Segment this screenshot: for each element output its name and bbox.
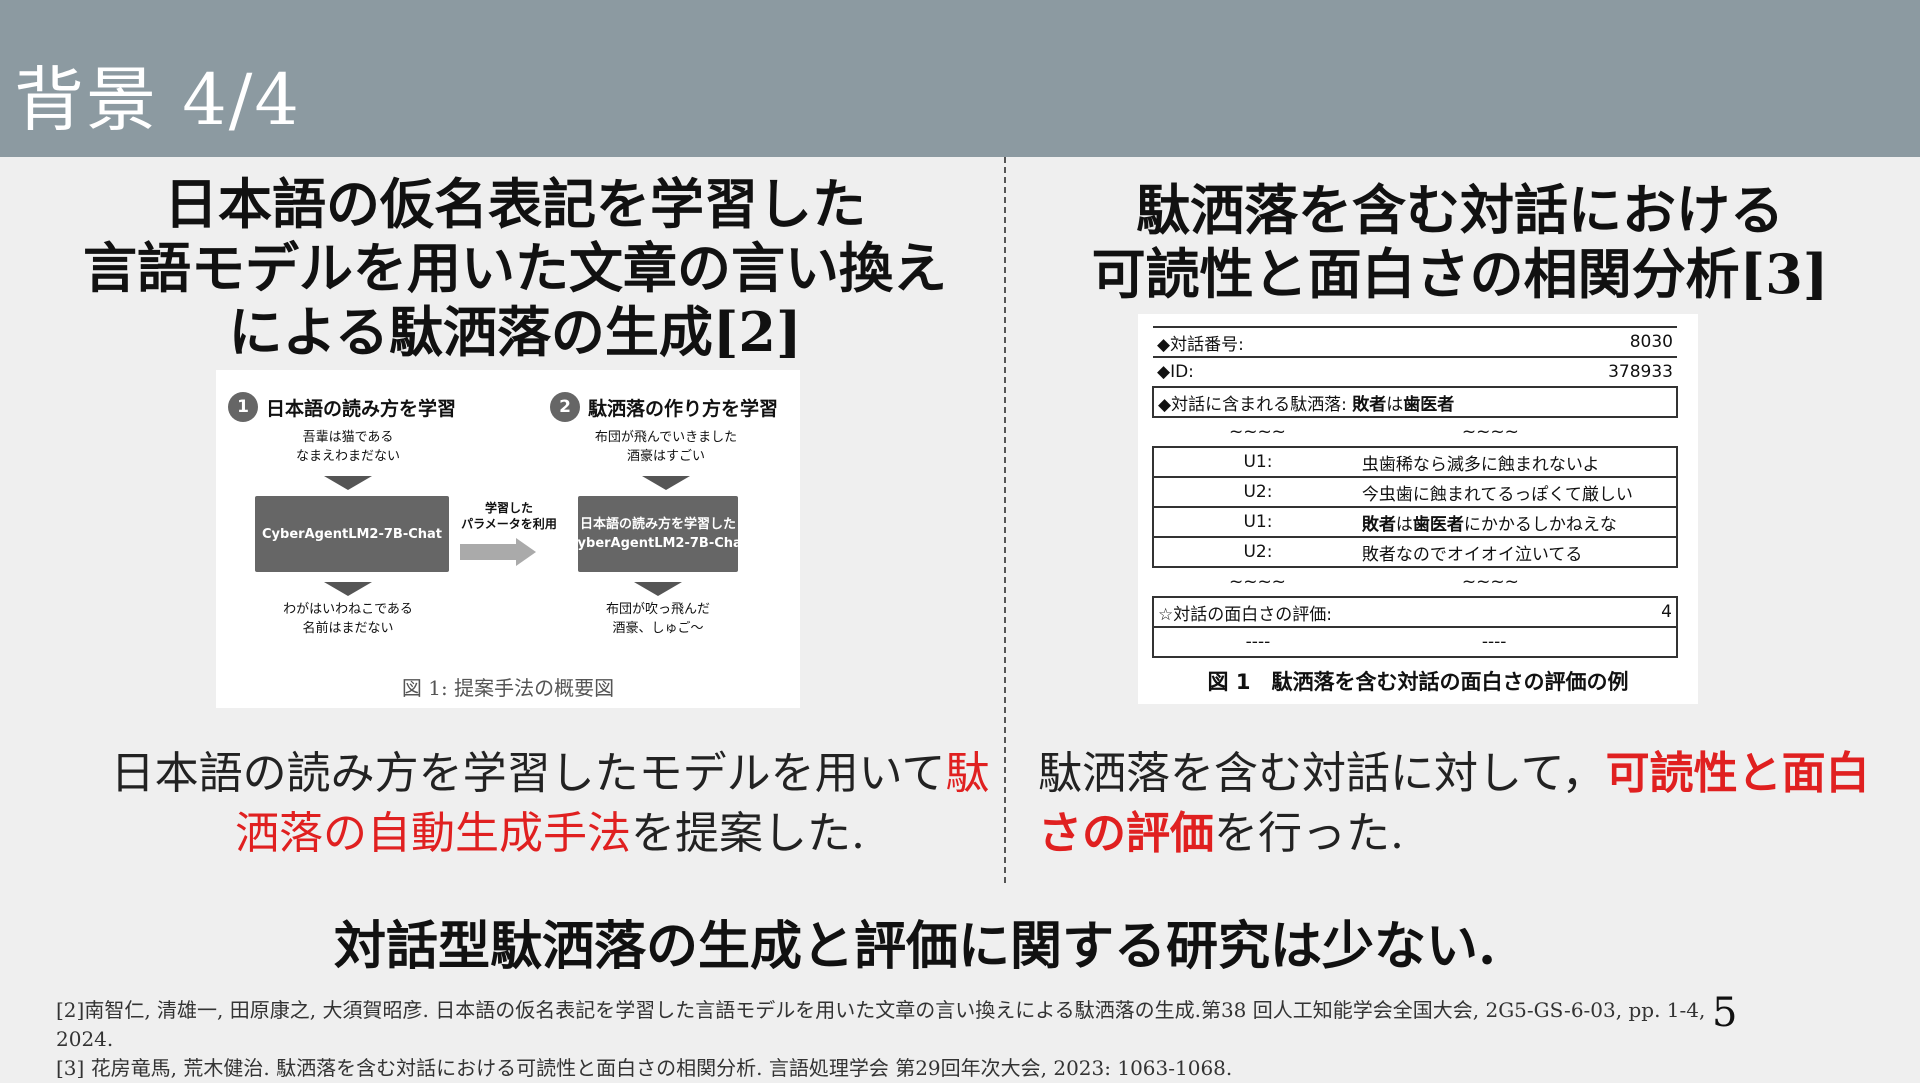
input-text-1: 吾輩は猫である なまえわまだない [248,428,448,466]
table-row: ---- ---- [1152,627,1679,658]
right-arrow-icon [460,544,516,560]
tilde-separator: ~~~~ [1361,417,1677,448]
references: [2]南智仁, 清雄一, 田原康之, 大須賀昭彦. 日本語の仮名表記を学習した言… [56,996,1716,1083]
right-body-text: 駄洒落を含む対話に対して，可読性と面白さの評価を行った. [1038,744,1898,864]
table-row: U2: 敗者なのでオイオイ泣いてる [1152,537,1679,568]
arrow-label-line: パラメータを利用 [461,517,557,531]
left-body-plain: 日本語の読み方を学習したモデルを用いて [110,748,946,799]
dialog-number-label: ◆対話番号: [1153,326,1362,358]
right-heading-line: 駄洒落を含む対話における [1136,178,1784,242]
pun-word: 歯医者 [1403,394,1455,415]
table-row: ☆対話の面白さの評価: 4 [1152,597,1679,628]
left-body-text: 日本語の読み方を学習したモデルを用いて駄洒落の自動生成手法を提案した. [110,744,990,864]
input-text-2: 布団が飛んでいきました 酒豪はすごい [566,428,766,466]
table-row: U1: 敗者は歯医者にかかるしかねえな [1152,507,1679,538]
right-body-end: を行った. [1214,808,1404,859]
step-2-text: 駄洒落の作り方を学習 [588,397,779,420]
speaker-label: U1: [1152,447,1362,478]
table-row: ◆対話番号: 8030 [1153,326,1677,358]
output-text-1-line: わがはいわねこである [283,602,413,617]
method-overview-figure: 1 日本語の読み方を学習 2 駄洒落の作り方を学習 吾輩は猫である なまえわまだ… [216,370,800,708]
reference-item: [3] 花房竜馬, 荒木健治. 駄洒落を含む対話における可読性と面白さの相関分析… [56,1056,1233,1080]
speaker-label: U1: [1152,507,1362,538]
step-2-label: 2 駄洒落の作り方を学習 [550,392,778,422]
utterance-text: 虫歯稀なら滅多に蝕まれないよ [1361,447,1679,478]
pun-word: 歯医者 [1412,514,1464,535]
pun-row: ◆対話に含まれる駄洒落: 敗者は歯医者 [1152,387,1678,418]
input-text-1-line: なまえわまだない [295,449,400,464]
table-row: ◆対話に含まれる駄洒落: 敗者は歯医者 [1152,387,1678,418]
arrow-label: 学習した パラメータを利用 [452,500,566,532]
dialogue-example-figure: ◆対話番号: 8030 ◆ID: 378933 ◆対話に含まれる駄洒落: 敗者は… [1138,314,1698,704]
step-2-number: 2 [550,392,580,422]
right-heading: 駄洒落を含む対話における 可読性と面白さの相関分析[3] [1020,178,1900,306]
tilde-separator: ~~~~ [1153,567,1362,598]
table-row: U1: 虫歯稀なら滅多に蝕まれないよ [1152,447,1679,478]
down-arrow-icon [642,476,690,490]
speaker-label: U2: [1152,537,1362,568]
id-label: ◆ID: [1153,357,1362,388]
table-row: U2: 今虫歯に蝕まれてるっぽくて厳しい [1152,477,1679,508]
title-bar: 背景 4/4 [0,0,1920,157]
tilde-separator: ~~~~ [1361,567,1677,598]
output-text-2: 布団が吹っ飛んだ 酒豪、しゅご〜 [558,600,758,638]
right-heading-line: 可読性と面白さの相関分析[3] [1091,242,1829,306]
input-text-1-line: 吾輩は猫である [302,430,394,445]
conclusion-text: 対話型駄洒落の生成と評価に関する研究は少ない. [333,916,1497,977]
speaker-label: U2: [1152,477,1362,508]
slide-title: 背景 4/4 [14,59,301,141]
reference-item: [2]南智仁, 清雄一, 田原康之, 大須賀昭彦. 日本語の仮名表記を学習した言… [56,998,1706,1051]
model-box-base: CyberAgentLM2-7B-Chat [255,496,449,572]
input-text-2-line: 布団が飛んでいきました [594,430,738,445]
table-row: ~~~~ ~~~~ [1153,417,1677,448]
output-text-2-line: 布団が吹っ飛んだ [605,602,710,617]
down-arrow-icon [634,582,682,596]
column-divider [1004,157,1006,883]
id-value: 378933 [1361,357,1677,388]
rating-label: ☆対話の面白さの評価: [1152,597,1362,628]
dash-separator: ---- [1152,627,1362,658]
utterance-rest: にかかるしかねえな [1463,514,1617,535]
dialog-number-value: 8030 [1361,326,1677,358]
step-1-text: 日本語の読み方を学習 [266,397,457,420]
output-text-2-line: 酒豪、しゅご〜 [612,621,704,636]
pun-particle: は [1395,514,1413,535]
model-box-trained-line: 日本語の読み方を学習した [579,517,736,532]
output-text-1-line: 名前はまだない [302,621,394,636]
table-row: ~~~~ ~~~~ [1153,567,1677,598]
utterance-text: 敗者なのでオイオイ泣いてる [1361,537,1679,568]
step-1-label: 1 日本語の読み方を学習 [228,392,456,422]
figure-caption: 図 1 駄洒落を含む対話の面白さの評価の例 [1207,670,1629,694]
pun-word: 敗者 [1361,514,1396,535]
right-arrow-head-icon [516,538,536,566]
rating-value: 4 [1361,597,1679,628]
left-heading-line: 言語モデルを用いた文章の言い換え [83,236,947,300]
utterance-text: 敗者は歯医者にかかるしかねえな [1361,507,1679,538]
pun-label: ◆対話に含まれる駄洒落: [1158,394,1347,415]
left-heading: 日本語の仮名表記を学習した 言語モデルを用いた文章の言い換え による駄洒落の生成… [40,172,990,364]
down-arrow-icon [324,476,372,490]
left-body-end: を提案した. [631,808,865,859]
step-1-number: 1 [228,392,258,422]
pun-particle: は [1386,394,1404,415]
utterance-text: 今虫歯に蝕まれてるっぽくて厳しい [1361,477,1679,508]
dialogue-table: ◆対話番号: 8030 ◆ID: 378933 ◆対話に含まれる駄洒落: 敗者は… [1152,326,1679,658]
tilde-separator: ~~~~ [1153,417,1362,448]
dash-separator: ---- [1361,627,1679,658]
left-heading-line: による駄洒落の生成[2] [228,300,802,364]
figure-caption: 図 1: 提案手法の概要図 [401,676,615,700]
model-box-trained-line: CyberAgentLM2-7B-Chat [568,536,748,551]
down-arrow-icon [324,582,372,596]
model-box-trained: 日本語の読み方を学習した CyberAgentLM2-7B-Chat [568,496,748,572]
right-body-plain: 駄洒落を含む対話に対して， [1038,748,1606,799]
page-number: 5 [1712,990,1738,1036]
pun-word: 敗者 [1352,394,1387,415]
left-heading-line: 日本語の仮名表記を学習した [164,172,866,236]
arrow-label-line: 学習した [484,501,533,515]
input-text-2-line: 酒豪はすごい [626,449,705,464]
output-text-1: わがはいわねこである 名前はまだない [248,600,448,638]
table-row: ◆ID: 378933 [1153,357,1677,388]
